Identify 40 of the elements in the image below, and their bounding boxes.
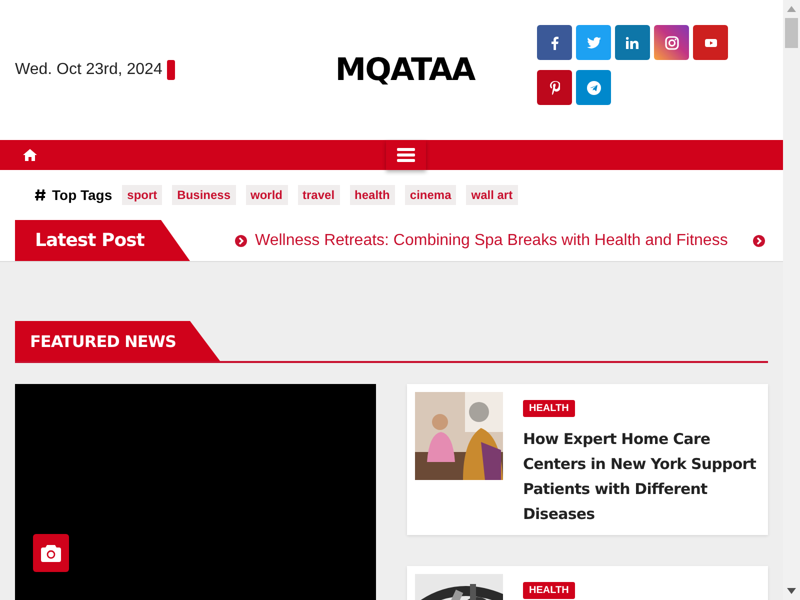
social-button[interactable] [537, 25, 572, 60]
linkedin-icon [626, 36, 639, 48]
tag-link[interactable]: wall art [466, 185, 518, 205]
pin-icon [550, 80, 560, 94]
site-logo[interactable]: MQATAA [305, 52, 505, 88]
scroll-down-icon[interactable] [787, 588, 796, 594]
tags-label: Top Tags [52, 187, 112, 203]
scrollbar[interactable] [783, 0, 800, 600]
category-badge[interactable]: HEALTH [523, 400, 575, 417]
category-badge[interactable]: HEALTH [523, 582, 575, 599]
camera-button[interactable] [33, 534, 69, 572]
date-text: Wed. Oct 23rd, 2024 [15, 61, 162, 79]
paper-plane-icon [586, 80, 600, 94]
latest-post-label: Latest Post [15, 220, 190, 261]
hash-icon [35, 189, 46, 201]
menu-icon [397, 148, 415, 162]
section-heading: FEATURED NEWS [15, 321, 220, 361]
arrow-circle-icon [235, 234, 247, 246]
social-button[interactable] [576, 25, 611, 60]
camera-icon [41, 544, 61, 562]
camera-icon [664, 36, 678, 50]
tag-link[interactable]: Business [172, 185, 236, 205]
social-button[interactable] [693, 25, 728, 60]
latest-post-link[interactable]: Wellness Retreats: Combining Spa Breaks with Health and Fitness [255, 232, 728, 250]
tag-link[interactable]: cinema [404, 185, 456, 205]
tag-link[interactable]: world [246, 185, 288, 205]
tag-link[interactable]: sport [122, 185, 162, 205]
scroll-thumb[interactable] [785, 18, 798, 48]
social-button[interactable] [615, 25, 650, 60]
menu-button[interactable] [386, 140, 426, 170]
social-button[interactable] [537, 70, 572, 105]
date-marker [167, 60, 176, 80]
home-icon[interactable] [23, 149, 37, 161]
post-title-link[interactable]: How Expert Home Care Centers in New York Support Patients with Different Diseases [523, 427, 760, 527]
social-button[interactable] [654, 25, 689, 60]
tag-link[interactable]: travel [298, 185, 340, 205]
tag-link[interactable]: health [350, 185, 395, 205]
social-button[interactable] [576, 70, 611, 105]
facebook-icon [550, 36, 558, 50]
bird-icon [586, 36, 600, 48]
